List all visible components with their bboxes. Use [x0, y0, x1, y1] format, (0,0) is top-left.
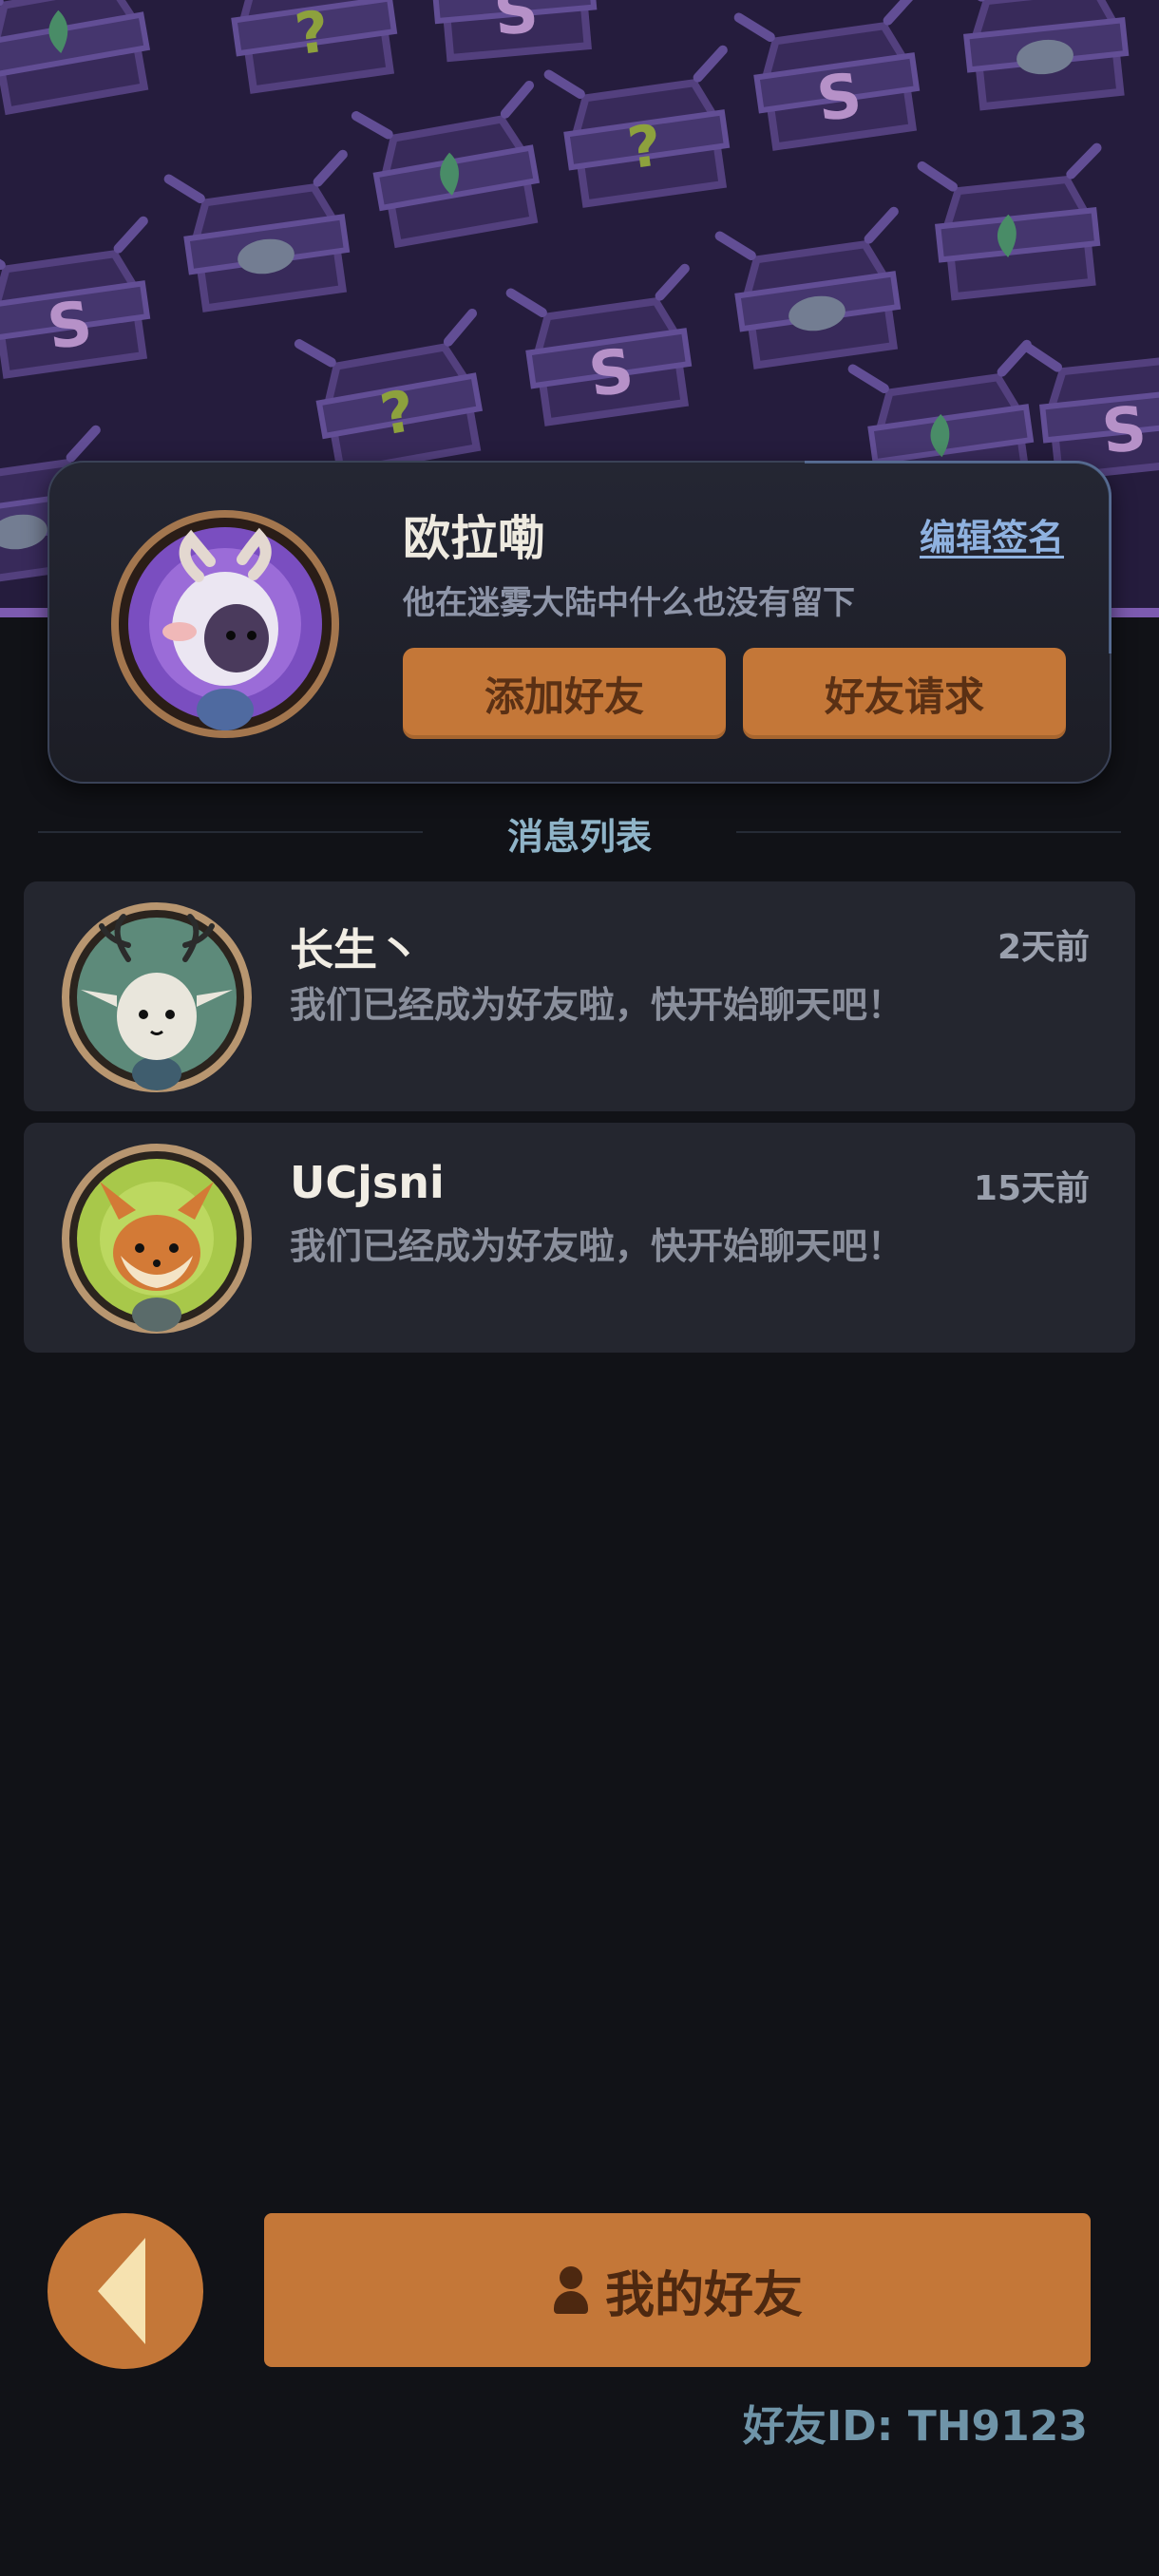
message-timestamp: 2天前: [997, 928, 1090, 967]
message-list-item[interactable]: 长生丶 2天前 我们已经成为好友啦，快开始聊天吧！: [24, 881, 1135, 1111]
svg-text:S: S: [491, 0, 541, 50]
my-friends-label: 我的好友: [604, 2266, 803, 2324]
message-sender-name: 长生丶: [290, 924, 421, 975]
svg-text:S: S: [1099, 393, 1150, 467]
friend-requests-button[interactable]: 好友请求: [743, 648, 1066, 739]
add-friend-button[interactable]: 添加好友: [403, 648, 726, 739]
message-list-title: 消息列表: [506, 816, 652, 858]
antlered-creature-avatar-icon[interactable]: [62, 902, 252, 1092]
friends-screen: ? S S ? S S ? S 欧拉嘞 编辑签名 他在迷雾大陆中什么也没有留下 …: [0, 0, 1159, 2576]
profile-card: 欧拉嘞 编辑签名 他在迷雾大陆中什么也没有留下 添加好友 好友请求: [48, 461, 1112, 784]
message-preview: 我们已经成为好友啦，快开始聊天吧！: [290, 1225, 904, 1267]
message-sender-name: UCjsni: [290, 1157, 445, 1208]
person-icon: [552, 2266, 590, 2314]
message-list-header: 消息列表: [38, 807, 1121, 858]
message-timestamp: 15天前: [973, 1169, 1090, 1208]
edit-signature-link[interactable]: 编辑签名: [920, 508, 1064, 560]
friend-id: 好友ID: TH9123: [742, 2402, 1088, 2451]
fox-avatar-icon[interactable]: [62, 1144, 252, 1334]
profile-name: 欧拉嘞: [403, 511, 545, 566]
back-button[interactable]: [48, 2213, 203, 2369]
sheep-avatar-icon[interactable]: [111, 510, 339, 738]
back-arrow-icon: [98, 2238, 145, 2344]
message-preview: 我们已经成为好友啦，快开始聊天吧！: [290, 984, 904, 1026]
message-list-item[interactable]: UCjsni 15天前 我们已经成为好友啦，快开始聊天吧！: [24, 1123, 1135, 1353]
my-friends-button[interactable]: 我的好友: [264, 2213, 1091, 2367]
divider-line-right: [736, 831, 1121, 833]
profile-signature: 他在迷雾大陆中什么也没有留下: [403, 584, 855, 622]
